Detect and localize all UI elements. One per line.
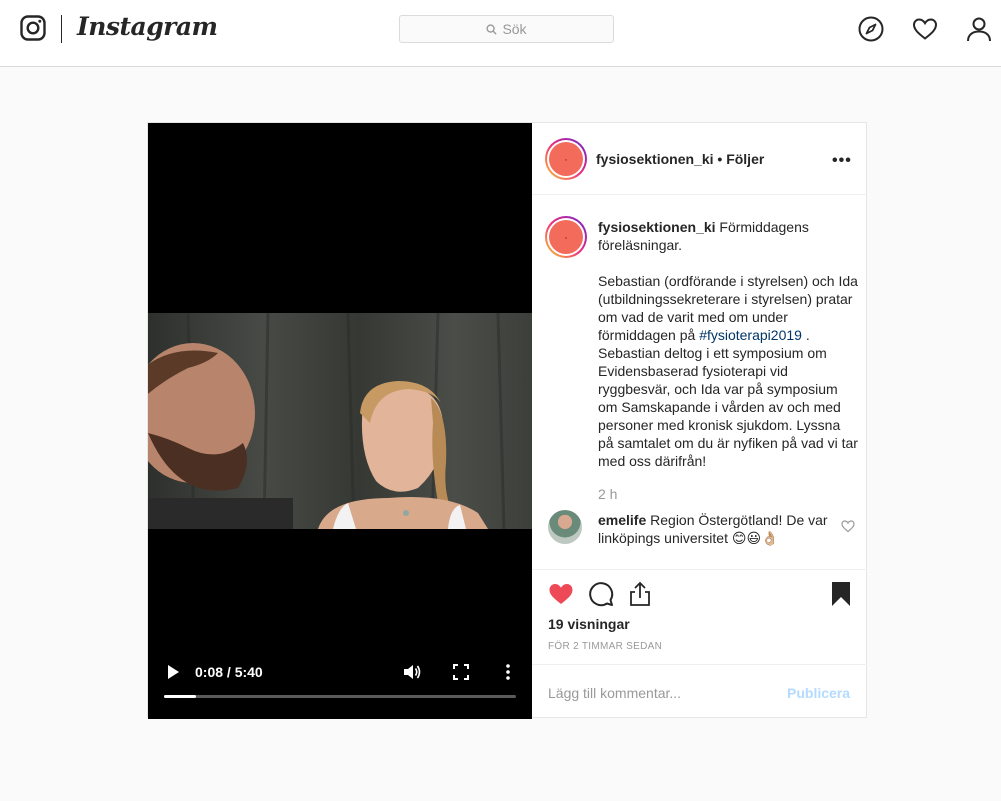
- comment-like-icon[interactable]: [841, 519, 855, 533]
- share-icon[interactable]: [627, 581, 653, 607]
- add-comment-input[interactable]: Lägg till kommentar...: [548, 685, 681, 701]
- comment-avatar[interactable]: [548, 510, 582, 544]
- add-comment-bar: Lägg till kommentar... Publicera: [532, 664, 867, 719]
- post-author: fysiosektionen_ki • Följer: [596, 151, 764, 167]
- post-actions: 19 visningar FÖR 2 TIMMAR SEDAN: [532, 569, 867, 664]
- instagram-logo-icon[interactable]: [20, 15, 46, 41]
- publish-button[interactable]: Publicera: [787, 685, 850, 701]
- instagram-wordmark[interactable]: Instagram: [77, 12, 218, 41]
- caption-text-1: Förmiddagens föreläsningar. Sebastian (o…: [598, 219, 858, 343]
- caption-time: 2 h: [598, 486, 618, 502]
- avatar[interactable]: ●: [545, 138, 587, 180]
- view-count[interactable]: 19 visningar: [548, 616, 630, 632]
- post-sidebar: ● fysiosektionen_ki • Följer ••• ● fysio…: [532, 123, 867, 719]
- post-header: ● fysiosektionen_ki • Följer •••: [532, 123, 867, 195]
- fullscreen-icon[interactable]: [453, 664, 469, 680]
- search-icon: [486, 23, 498, 35]
- video-player[interactable]: 0:08 / 5:40: [148, 123, 532, 719]
- username-link[interactable]: fysiosektionen_ki: [596, 151, 714, 167]
- volume-icon[interactable]: [403, 663, 421, 681]
- play-icon[interactable]: [166, 664, 180, 680]
- video-time: 0:08 / 5:40: [195, 664, 263, 680]
- separator-dot: •: [717, 151, 723, 167]
- more-options-icon[interactable]: [503, 663, 513, 681]
- caption-text-2: . Sebastian deltog i ett symposium om Ev…: [598, 327, 862, 469]
- heart-icon[interactable]: [912, 16, 938, 42]
- following-button[interactable]: Följer: [726, 151, 764, 167]
- compass-icon[interactable]: [858, 16, 884, 42]
- video-frame[interactable]: [148, 313, 532, 529]
- profile-icon[interactable]: [966, 16, 992, 42]
- hashtag-link[interactable]: #fysioterapi2019: [699, 327, 802, 343]
- comment-username[interactable]: emelife: [598, 512, 646, 528]
- comment: emelife Region Östergötland! De var link…: [598, 511, 833, 547]
- post-caption: fysiosektionen_ki Förmiddagens föreläsni…: [598, 218, 858, 470]
- top-navigation: Instagram Sök: [0, 0, 1001, 67]
- bookmark-icon[interactable]: [828, 581, 854, 607]
- search-placeholder: Sök: [502, 21, 527, 37]
- post-card: 0:08 / 5:40 ● fysiosektionen_ki • Följer…: [147, 122, 867, 719]
- logo-divider: [61, 15, 62, 43]
- search-input[interactable]: Sök: [399, 15, 614, 43]
- comments-section[interactable]: ● fysiosektionen_ki Förmiddagens föreläs…: [532, 196, 867, 568]
- like-heart-icon[interactable]: [548, 581, 574, 607]
- video-progress-bar[interactable]: [164, 695, 516, 698]
- caption-avatar[interactable]: ●: [545, 216, 587, 258]
- video-progress-fill: [164, 695, 196, 698]
- more-options-button[interactable]: •••: [832, 152, 852, 170]
- post-timestamp: FÖR 2 TIMMAR SEDAN: [548, 641, 663, 652]
- caption-username[interactable]: fysiosektionen_ki: [598, 219, 716, 235]
- comment-icon[interactable]: [588, 581, 614, 607]
